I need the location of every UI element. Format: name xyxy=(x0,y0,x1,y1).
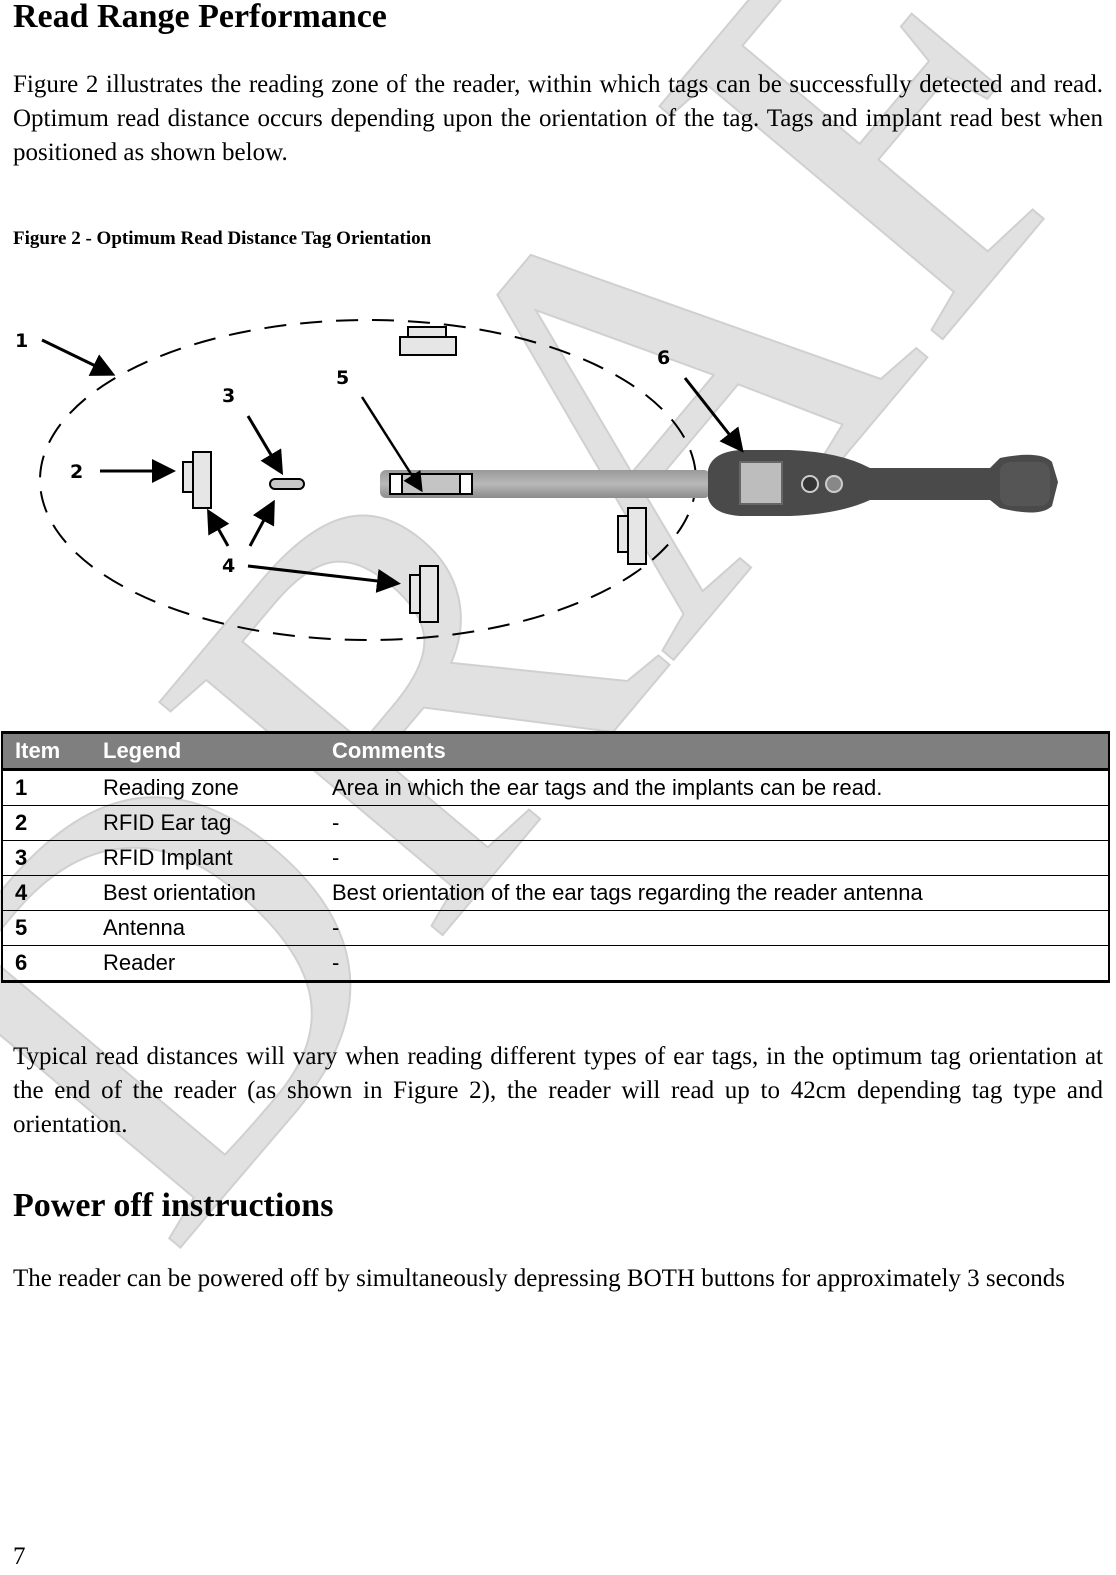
read-zone-diagram: 1 2 3 4 5 6 xyxy=(15,319,1058,641)
page-number: 7 xyxy=(13,1543,26,1570)
ear-tag-left xyxy=(182,451,212,509)
header-item: Item xyxy=(2,731,91,771)
cell-comment: - xyxy=(320,840,1109,876)
arrow-6 xyxy=(683,377,744,453)
cell-comment: Best orientation of the ear tags regardi… xyxy=(320,875,1109,911)
arrow-1 xyxy=(41,338,116,376)
callout-2: 2 xyxy=(70,461,83,483)
callout-1: 1 xyxy=(15,330,28,352)
arrow-4c xyxy=(247,564,401,593)
cell-legend: Reading zone xyxy=(91,769,320,806)
section-heading-read-range: Read Range Performance xyxy=(13,0,387,35)
cell-comment: - xyxy=(320,910,1109,946)
legend-table: Item Legend Comments 1 Reading zone Area… xyxy=(1,731,1110,983)
cell-comment: - xyxy=(320,805,1109,841)
table-header-row: Item Legend Comments xyxy=(2,731,1109,771)
arrow-4b xyxy=(248,499,275,547)
figure-caption: Figure 2 - Optimum Read Distance Tag Ori… xyxy=(13,228,432,249)
ear-tag-top xyxy=(399,326,457,356)
cell-legend: RFID Implant xyxy=(91,840,320,876)
cell-item: 6 xyxy=(2,945,91,982)
antenna-rod xyxy=(380,470,710,498)
cell-legend: Reader xyxy=(91,945,320,982)
cell-item: 2 xyxy=(2,805,91,841)
cell-comment: - xyxy=(320,945,1109,982)
ear-tag-right xyxy=(617,507,647,565)
ear-tag-bottom xyxy=(409,565,439,623)
table-row: 4 Best orientation Best orientation of t… xyxy=(2,875,1109,911)
cell-legend: Best orientation xyxy=(91,875,320,911)
callout-3: 3 xyxy=(222,385,235,407)
table-row: 5 Antenna - xyxy=(2,910,1109,946)
table-row: 2 RFID Ear tag - xyxy=(2,805,1109,841)
table-row: 3 RFID Implant - xyxy=(2,840,1109,876)
callout-4: 4 xyxy=(222,555,235,577)
table-row: 1 Reading zone Area in which the ear tag… xyxy=(2,769,1109,806)
cell-comment: Area in which the ear tags and the impla… xyxy=(320,769,1109,806)
cell-item: 4 xyxy=(2,875,91,911)
cell-legend: RFID Ear tag xyxy=(91,805,320,841)
arrow-4a xyxy=(207,508,230,547)
table-row: 6 Reader - xyxy=(2,945,1109,982)
cell-item: 3 xyxy=(2,840,91,876)
header-comments: Comments xyxy=(320,731,1109,771)
callout-5: 5 xyxy=(336,367,349,389)
reader-device xyxy=(708,450,1058,516)
cell-legend: Antenna xyxy=(91,910,320,946)
intro-paragraph: Figure 2 illustrates the reading zone of… xyxy=(13,71,1103,166)
rfid-implant xyxy=(269,478,305,490)
callout-6: 6 xyxy=(657,347,670,369)
section-heading-power-off: Power off instructions xyxy=(13,1187,334,1224)
arrow-3 xyxy=(246,415,284,476)
read-distance-paragraph: Typical read distances will vary when re… xyxy=(13,1043,1103,1138)
header-legend: Legend xyxy=(91,731,320,771)
cell-item: 1 xyxy=(2,769,91,806)
power-off-paragraph: The reader can be powered off by simulta… xyxy=(13,1265,1066,1292)
cell-item: 5 xyxy=(2,910,91,946)
